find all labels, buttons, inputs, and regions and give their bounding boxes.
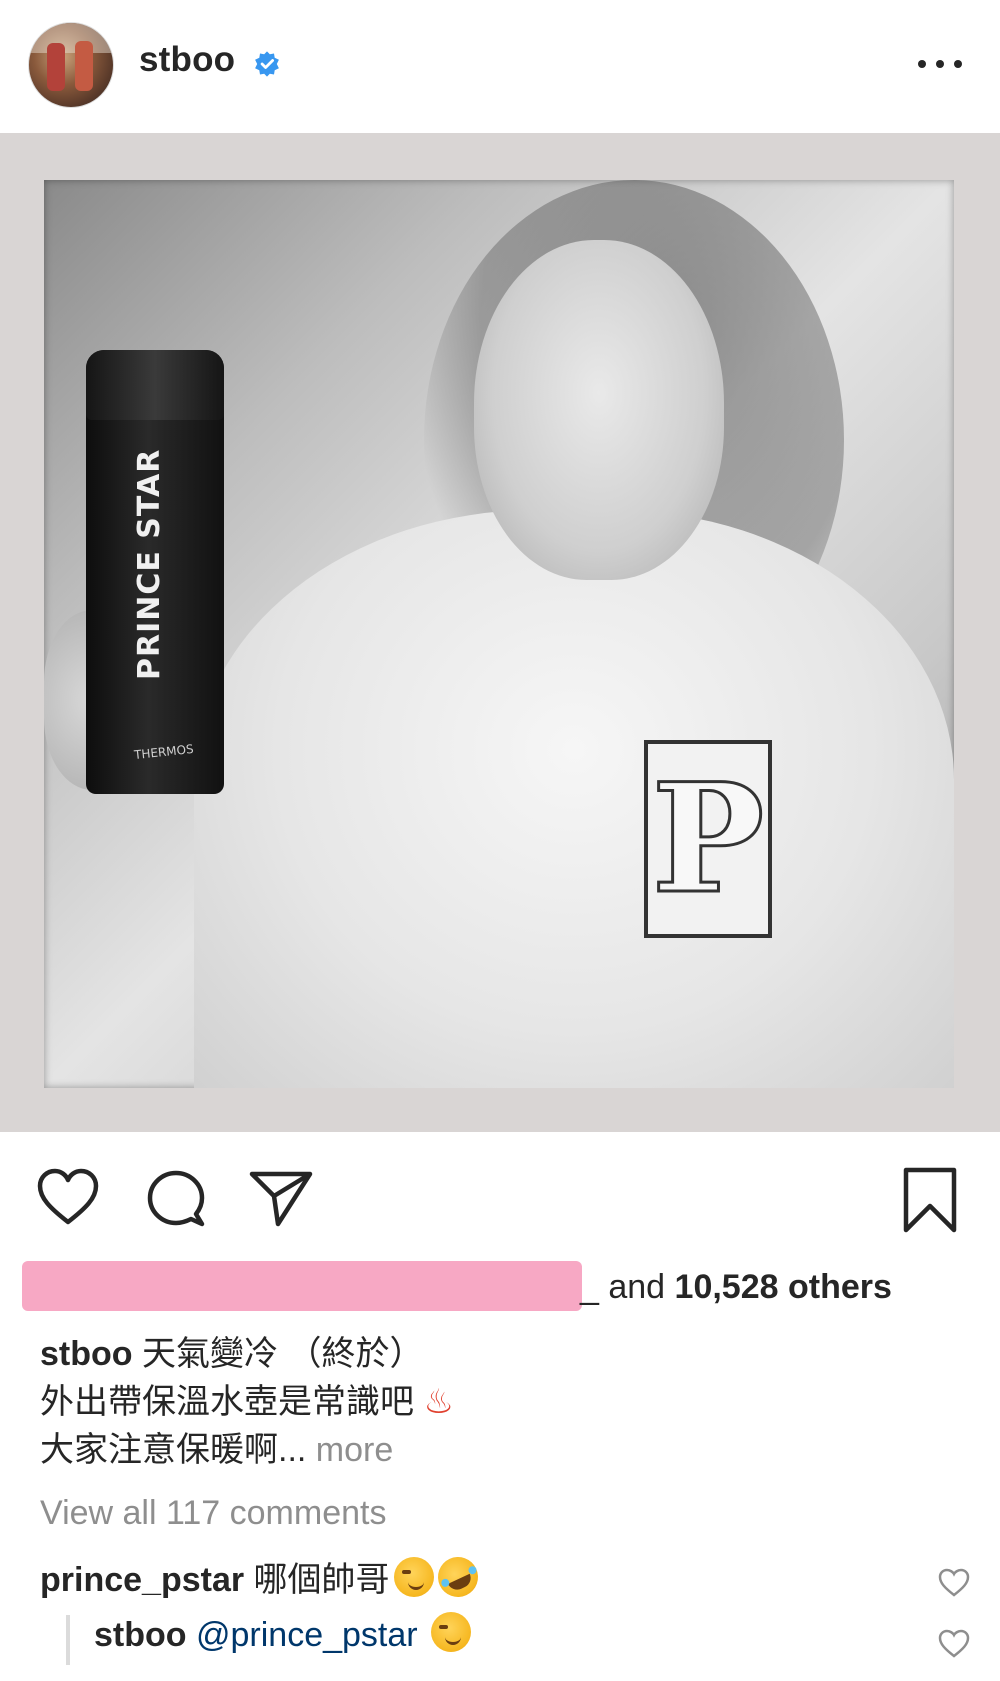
post-caption: stboo 天氣變冷 （終於） 外出帶保溫水壺是常識吧 ♨ 大家注意保暖啊...… — [40, 1330, 960, 1474]
comment-username[interactable]: stboo — [94, 1616, 187, 1654]
reply-indicator — [66, 1615, 70, 1665]
comment-username[interactable]: prince_pstar — [40, 1561, 244, 1599]
heart-icon[interactable] — [36, 1168, 100, 1228]
smirk-emoji-icon — [431, 1612, 472, 1652]
comment-row: stboo @prince_pstar — [94, 1612, 954, 1662]
face-shape — [474, 240, 724, 580]
post-username[interactable]: stboo — [139, 40, 235, 80]
comment-mention[interactable]: @prince_pstar — [196, 1616, 418, 1654]
rofl-emoji-icon — [430, 1550, 485, 1604]
caption-more-link[interactable]: more — [306, 1431, 393, 1469]
comment-row: prince_pstar 哪個帥哥 — [40, 1550, 960, 1604]
likes-summary[interactable]: _ and 10,528 others — [0, 1258, 1000, 1314]
robe-letter: P — [644, 740, 772, 938]
photo-content: P PRINCE STAR THERMOS — [44, 180, 954, 1088]
comment-icon[interactable] — [144, 1168, 208, 1230]
caption-text-2: 外出帶保溫水壺是常識吧 — [40, 1383, 424, 1421]
more-horizontal-icon[interactable] — [918, 52, 962, 76]
caption-line-2: 外出帶保溫水壺是常識吧 ♨ — [40, 1378, 960, 1426]
action-bar — [0, 1160, 1000, 1240]
bookmark-icon[interactable] — [900, 1166, 960, 1236]
caption-line-3: 大家注意保暖啊... more — [40, 1426, 960, 1474]
redacted-username — [22, 1261, 582, 1311]
bottle-cap — [86, 350, 224, 420]
hot-springs-icon: ♨ — [423, 1383, 454, 1421]
bottle-maker: THERMOS — [133, 741, 195, 763]
comment-text — [418, 1616, 427, 1654]
post-header: stboo — [0, 0, 1000, 132]
paper-plane-icon[interactable] — [248, 1168, 314, 1228]
likes-text: _ and 10,528 others — [580, 1268, 892, 1307]
likes-underscore: _ — [580, 1268, 599, 1306]
bottle-brand: PRINCE STAR — [132, 448, 167, 680]
post-image[interactable]: P PRINCE STAR THERMOS — [0, 133, 1000, 1132]
smirk-emoji-icon — [393, 1557, 434, 1597]
likes-and: and — [598, 1268, 675, 1306]
caption-text-1: 天氣變冷 （終於） — [132, 1335, 424, 1373]
caption-text-3: 大家注意保暖啊... — [40, 1431, 307, 1469]
caption-username[interactable]: stboo — [40, 1335, 133, 1373]
comment-like-heart-icon[interactable] — [938, 1629, 970, 1659]
robe-shape — [194, 510, 954, 1088]
comment-text: 哪個帥哥 — [244, 1561, 390, 1599]
thermos-bottle: PRINCE STAR THERMOS — [86, 350, 224, 794]
avatar[interactable] — [28, 22, 114, 108]
verified-badge-icon — [255, 51, 279, 77]
view-all-comments-link[interactable]: View all 117 comments — [40, 1494, 386, 1533]
likes-count[interactable]: 10,528 others — [675, 1268, 892, 1306]
comment-like-heart-icon[interactable] — [938, 1568, 970, 1598]
instagram-post: stboo P PRINCE STAR THERMOS _ and 10,528… — [0, 0, 1000, 1681]
caption-line-1: stboo 天氣變冷 （終於） — [40, 1330, 960, 1378]
